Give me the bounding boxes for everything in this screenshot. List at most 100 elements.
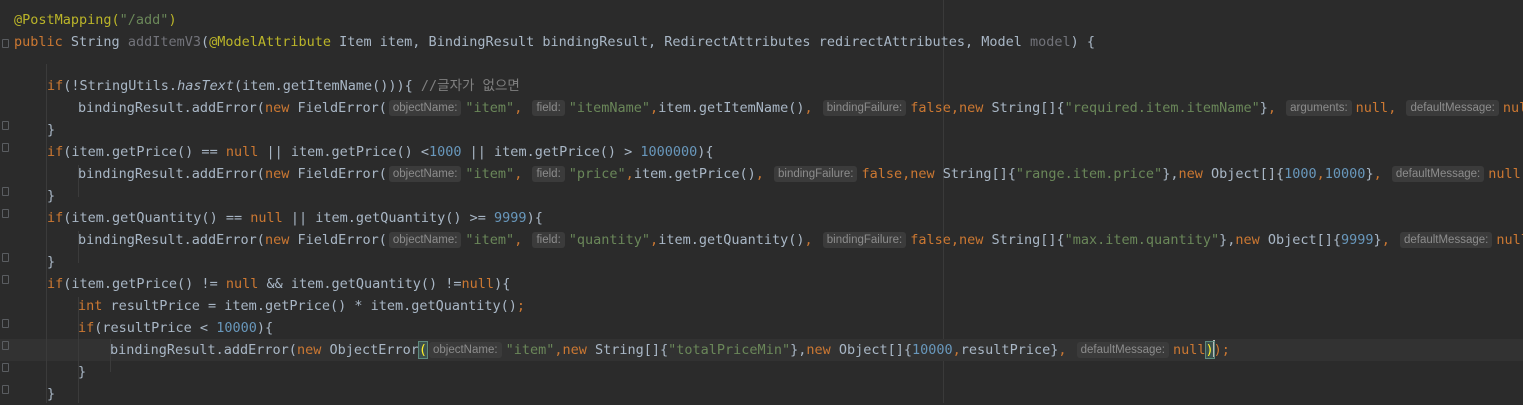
code-text: }: [47, 251, 55, 273]
fold-marker-icon[interactable]: [2, 209, 9, 218]
code-token: }: [47, 188, 56, 204]
code-line[interactable]: [0, 53, 1523, 75]
code-text: @PostMapping("/add"): [14, 9, 177, 31]
code-token: FieldError(: [297, 100, 387, 116]
parameter-hint: objectName:: [388, 232, 462, 248]
code-line[interactable]: bindingResult.addError(new FieldError(ob…: [0, 163, 1523, 185]
code-line[interactable]: }: [0, 383, 1523, 405]
parameter-hint: defaultMessage:: [1406, 100, 1499, 116]
code-token: false: [861, 166, 903, 182]
fold-marker-icon[interactable]: [2, 253, 9, 262]
code-token: item.getPrice(): [633, 166, 756, 182]
code-token: ){: [697, 144, 714, 160]
parameter-hint: field:: [532, 232, 565, 248]
code-line[interactable]: }: [0, 361, 1523, 383]
code-token: (item.getPrice() ==: [63, 144, 226, 160]
code-text: }: [47, 185, 55, 207]
fold-marker-icon[interactable]: [2, 385, 9, 394]
matched-brace: (: [417, 341, 429, 359]
code-token: String: [70, 34, 128, 50]
code-line[interactable]: bindingResult.addError(new FieldError(ob…: [0, 229, 1523, 251]
code-token: ,: [950, 100, 959, 116]
code-token: bindingResult.addError(: [110, 342, 297, 358]
code-token: ): [168, 12, 177, 28]
code-token: 1000: [429, 144, 470, 160]
code-token: new: [958, 232, 992, 248]
code-token: ,: [650, 100, 659, 116]
fold-marker-icon[interactable]: [2, 363, 9, 372]
code-comment: //글자가 없으면: [420, 78, 520, 94]
code-text: public String addItemV3(@ModelAttribute …: [14, 31, 1095, 53]
code-token: ObjectError: [329, 342, 419, 358]
code-token: null: [1496, 232, 1523, 248]
parameter-hint: field:: [532, 100, 565, 116]
code-line[interactable]: }: [0, 251, 1523, 273]
code-text: if(item.getPrice() == null || item.getPr…: [47, 141, 714, 163]
code-token: 1000: [1284, 166, 1317, 182]
code-token: "range.item.price": [1015, 166, 1163, 182]
code-token: if: [78, 320, 95, 336]
code-token: new: [1235, 232, 1268, 248]
fold-marker-icon[interactable]: [2, 143, 9, 152]
current-code-line[interactable]: bindingResult.addError(new ObjectError(o…: [0, 339, 1523, 361]
code-text: if(item.getPrice() != null && item.getQu…: [47, 273, 510, 295]
code-token: ,: [514, 100, 531, 116]
code-line[interactable]: }: [0, 185, 1523, 207]
fold-marker-icon[interactable]: [2, 187, 9, 196]
code-line[interactable]: if(item.getQuantity() == null || item.ge…: [0, 207, 1523, 229]
code-token: ){: [494, 276, 511, 292]
code-token: }: [1365, 166, 1374, 182]
code-token: new: [264, 100, 298, 116]
code-line[interactable]: bindingResult.addError(new FieldError(ob…: [0, 97, 1523, 119]
code-line[interactable]: if(item.getPrice() == null || item.getPr…: [0, 141, 1523, 163]
code-token: (: [200, 34, 210, 50]
code-line[interactable]: public String addItemV3(@ModelAttribute …: [0, 31, 1523, 53]
code-line[interactable]: int resultPrice = item.getPrice() * item…: [0, 295, 1523, 317]
fold-marker-icon[interactable]: [2, 275, 9, 284]
code-token: ,: [1267, 100, 1285, 116]
code-token: ,: [1388, 100, 1405, 116]
code-token: false: [910, 100, 951, 116]
code-editor[interactable]: @PostMapping("/add") public String addIte…: [0, 0, 1523, 403]
code-text: }: [78, 361, 86, 383]
code-token: 10000: [216, 320, 257, 336]
code-token: null: [1173, 342, 1206, 358]
code-line[interactable]: @PostMapping("/add"): [0, 9, 1523, 31]
fold-marker-icon[interactable]: [2, 121, 9, 130]
code-token: new: [910, 166, 943, 182]
indent-guide: [46, 64, 47, 403]
code-line[interactable]: if(!StringUtils.hasText(item.getItemName…: [0, 75, 1523, 97]
code-token: ,: [1058, 342, 1075, 358]
parameter-hint: bindingFailure:: [822, 232, 907, 248]
code-token: hasText: [177, 78, 234, 94]
code-text: if(item.getQuantity() == null || item.ge…: [47, 207, 543, 229]
code-token: if: [47, 78, 64, 94]
code-token: @ModelAttribute: [209, 34, 340, 50]
code-token: || item.getPrice() >: [469, 144, 641, 160]
code-token: ,: [650, 232, 659, 248]
code-token: (item.getItemName())){: [233, 78, 421, 94]
code-token: ,: [1381, 232, 1398, 248]
code-token: if: [47, 144, 64, 160]
code-token: ,: [1316, 166, 1325, 182]
code-line[interactable]: if(item.getPrice() != null && item.getQu…: [0, 273, 1523, 295]
code-token: }: [47, 386, 56, 402]
code-text: }: [47, 119, 55, 141]
code-token: model: [1030, 34, 1071, 50]
parameter-hint: objectName:: [388, 166, 462, 182]
code-line[interactable]: if(resultPrice < 10000){: [0, 317, 1523, 339]
code-token: "required.item.itemName": [1064, 100, 1260, 116]
fold-marker-icon[interactable]: [2, 39, 9, 48]
code-token: String[]{: [595, 342, 669, 358]
code-token: Object[]{: [838, 342, 913, 358]
code-token: ){: [256, 320, 274, 336]
code-token: },: [1219, 232, 1236, 248]
fold-marker-icon[interactable]: [2, 319, 9, 328]
code-token: bindingResult.addError(: [78, 100, 265, 116]
code-line[interactable]: }: [0, 119, 1523, 141]
code-token: @PostMapping(: [14, 12, 120, 28]
code-token: null: [1355, 100, 1389, 116]
code-token: "item": [505, 342, 555, 358]
fold-marker-icon[interactable]: [2, 341, 9, 350]
code-token: FieldError(: [297, 166, 387, 182]
